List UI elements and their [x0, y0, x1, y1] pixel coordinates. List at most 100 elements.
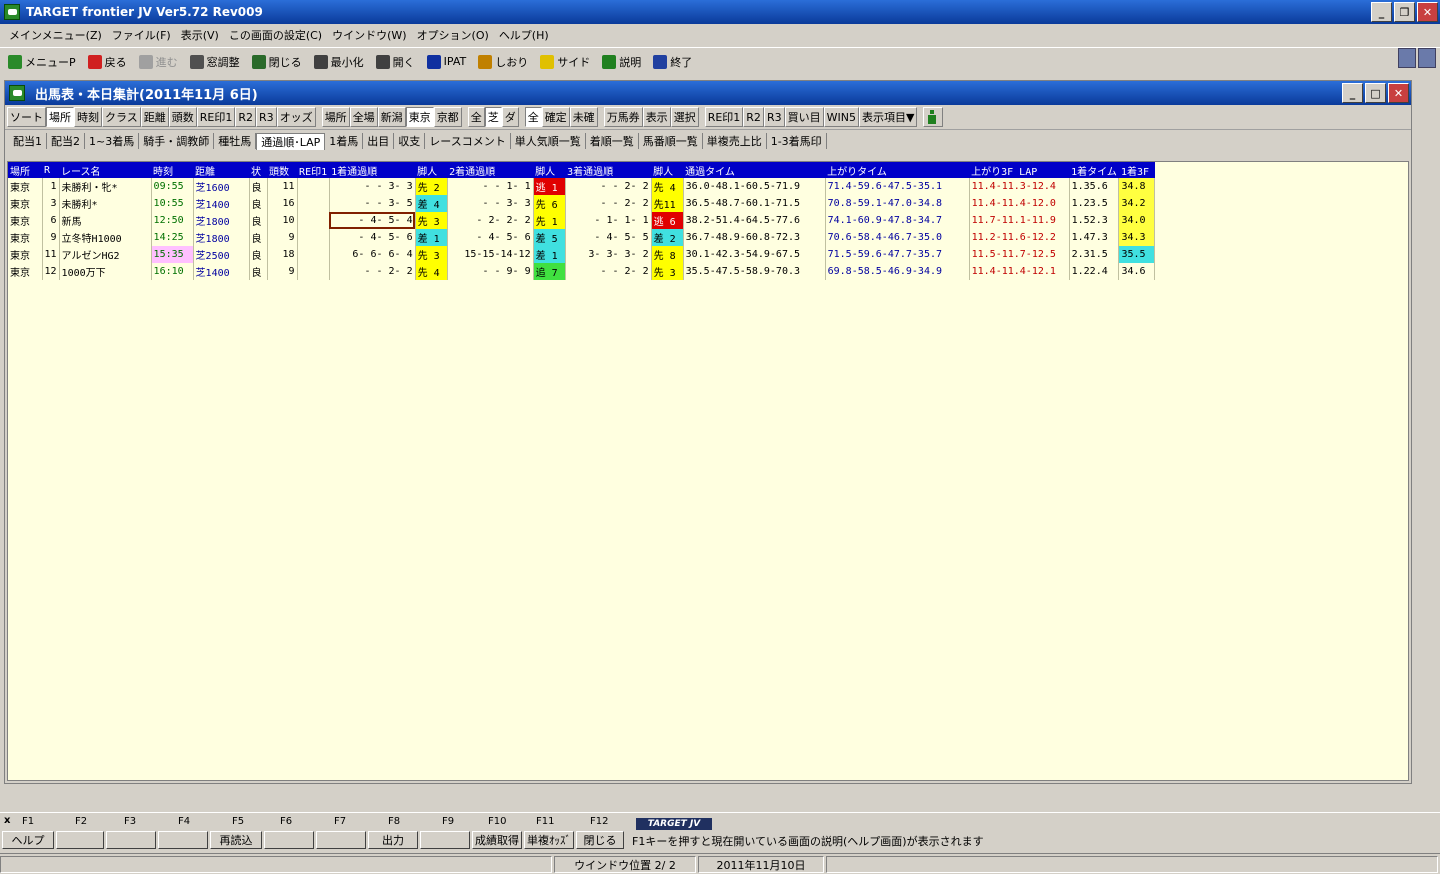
filter-button-25[interactable]: 万馬券 — [603, 107, 643, 127]
filter-button-21[interactable]: 全 — [524, 107, 542, 127]
menu-item-6[interactable]: ヘルプ(H) — [494, 27, 554, 43]
filter-button-22[interactable]: 確定 — [541, 107, 570, 127]
fkey-button-2[interactable] — [56, 831, 104, 849]
toolbar-button-3[interactable]: 窓調整 — [189, 54, 240, 70]
tab-10[interactable]: 単人気順一覧 — [511, 133, 586, 149]
filter-button-26[interactable]: 表示 — [642, 107, 671, 127]
toolbar-button-6[interactable]: 開く — [375, 54, 415, 70]
filter-button-9[interactable]: オッズ — [276, 107, 316, 127]
tab-8[interactable]: 収支 — [394, 133, 426, 149]
restore-icon[interactable]: ❐ — [1394, 2, 1415, 22]
column-header[interactable]: 脚人 — [651, 162, 684, 178]
menu-item-5[interactable]: オプション(O) — [412, 27, 494, 43]
filter-button-31[interactable]: R3 — [763, 107, 785, 127]
filter-button-13[interactable]: 新潟 — [377, 107, 406, 127]
filter-button-6[interactable]: RE印1 — [196, 107, 236, 127]
close-icon[interactable]: ✕ — [1417, 2, 1438, 22]
filter-button-12[interactable]: 全場 — [349, 107, 378, 127]
tab-6[interactable]: 1着馬 — [325, 133, 364, 149]
filter-button-4[interactable]: 距離 — [140, 107, 169, 127]
fkey-button-6[interactable] — [264, 831, 314, 849]
toolbar-button-2[interactable]: 進む — [138, 54, 178, 70]
menu-item-1[interactable]: ファイル(F) — [107, 27, 176, 43]
column-header[interactable]: 通過タイム — [683, 162, 826, 178]
column-header[interactable]: 1着タイム — [1069, 162, 1119, 178]
fkey-button-7[interactable] — [316, 831, 366, 849]
fkey-button-4[interactable] — [158, 831, 208, 849]
tab-12[interactable]: 馬番順一覧 — [639, 133, 703, 149]
table-row[interactable]: 東京 6 新馬 12:50 芝1800 良 10 - 4- 5- 4先 3- 2- 2- 2先… — [8, 212, 1156, 229]
column-header[interactable]: 場所 — [8, 162, 42, 178]
column-header[interactable]: RE印1 — [297, 162, 330, 178]
filter-button-8[interactable]: R3 — [256, 107, 277, 127]
child-maximize-icon[interactable]: □ — [1365, 83, 1386, 103]
toolbar-button-9[interactable]: サイド — [540, 54, 590, 70]
filter-button-11[interactable]: 場所 — [321, 107, 350, 127]
column-header[interactable]: 脚人 — [415, 162, 448, 178]
tab-5[interactable]: 通過順･LAP — [256, 132, 326, 150]
filter-button-19[interactable]: ダ — [501, 107, 519, 127]
fkey-button-5[interactable]: 再読込 — [210, 831, 262, 849]
table-row[interactable]: 東京 12 1000万下 16:10 芝1400 良 9- - 2- 2先 4- - 9- … — [8, 263, 1156, 280]
column-header[interactable]: 3着通過順 — [565, 162, 652, 178]
child-close-icon[interactable]: ✕ — [1388, 83, 1409, 103]
tab-13[interactable]: 単複売上比 — [703, 133, 767, 149]
fkey-close-mark[interactable]: x — [4, 815, 10, 826]
toolbar-button-5[interactable]: 最小化 — [313, 54, 364, 70]
tab-11[interactable]: 着順一覧 — [586, 133, 639, 149]
fkey-button-12[interactable]: 閉じる — [576, 831, 624, 849]
tab-14[interactable]: 1-3着馬印 — [767, 133, 827, 149]
fkey-button-1[interactable]: ヘルプ — [2, 831, 54, 849]
filter-button-29[interactable]: RE印1 — [704, 107, 744, 127]
column-header[interactable]: 頭数 — [267, 162, 298, 178]
person-icon[interactable] — [923, 107, 944, 127]
tab-1[interactable]: 配当2 — [47, 133, 85, 149]
filter-button-18[interactable]: 芝 — [484, 107, 502, 127]
filter-button-30[interactable]: R2 — [743, 107, 764, 127]
table-row[interactable]: 東京 9 立冬特H1000 14:25 芝1800 良 9- 4- 5- 6差 1- 4- … — [8, 229, 1156, 246]
toolbar-button-11[interactable]: 終了 — [653, 54, 692, 70]
column-header[interactable]: 状 — [249, 162, 268, 178]
minimize-icon[interactable]: _ — [1371, 2, 1392, 22]
tab-0[interactable]: 配当1 — [9, 133, 47, 149]
toolbar-button-8[interactable]: しおり — [478, 54, 528, 70]
fkey-button-10[interactable]: 成績取得 — [472, 831, 522, 849]
menu-item-0[interactable]: メインメニュー(Z) — [4, 27, 107, 43]
filter-button-23[interactable]: 未確 — [569, 107, 598, 127]
toolbar-menu-icon[interactable] — [1418, 48, 1436, 68]
fkey-button-11[interactable]: 単複ｵｯｽﾞ — [524, 831, 574, 849]
filter-button-3[interactable]: クラス — [102, 107, 141, 127]
column-header[interactable]: レース名 — [59, 162, 152, 178]
filter-button-27[interactable]: 選択 — [670, 107, 699, 127]
child-minimize-icon[interactable]: _ — [1342, 83, 1363, 103]
filter-button-14[interactable]: 東京 — [405, 107, 434, 127]
menu-item-4[interactable]: ウインドウ(W) — [327, 27, 411, 43]
column-header[interactable]: 上がり3F LAP — [969, 162, 1070, 178]
filter-button-7[interactable]: R2 — [235, 107, 257, 127]
filter-button-5[interactable]: 頭数 — [168, 107, 197, 127]
toolbar-button-7[interactable]: IPAT — [426, 54, 466, 69]
toolbar-button-1[interactable]: 戻る — [87, 54, 127, 70]
tab-2[interactable]: 1~3着馬 — [85, 133, 140, 149]
toolbar-button-4[interactable]: 閉じる — [251, 54, 302, 70]
filter-button-33[interactable]: WIN5 — [823, 107, 859, 127]
column-header[interactable]: R — [42, 162, 60, 178]
table-row[interactable]: 東京 3 未勝利* 10:55 芝1400 良 16- - 3- 5差 4- - 3- 3先… — [8, 195, 1156, 212]
table-row[interactable]: 東京 1 未勝利・牝* 09:55 芝1600 良 11 - - 3- 3先 2- - 1- … — [8, 178, 1156, 195]
column-header[interactable]: 脚人 — [533, 162, 566, 178]
filter-button-32[interactable]: 買い目 — [784, 107, 824, 127]
menu-item-2[interactable]: 表示(V) — [176, 27, 224, 43]
filter-button-0[interactable]: ソート — [7, 107, 46, 127]
tab-7[interactable]: 出目 — [363, 133, 395, 149]
column-header[interactable]: 上がりタイム — [825, 162, 970, 178]
column-header[interactable]: 1着通過順 — [329, 162, 416, 178]
filter-button-15[interactable]: 京都 — [433, 107, 462, 127]
filter-button-1[interactable]: 場所 — [46, 107, 74, 127]
fkey-button-8[interactable]: 出力 — [368, 831, 418, 849]
tab-9[interactable]: レースコメント — [425, 133, 511, 149]
toolbar-button-0[interactable]: メニューP — [8, 54, 76, 70]
data-grid[interactable]: 場所 R レース名 時刻 距離状頭数 RE印1 1着通過順 脚人 2着通過順 脚人 3着通過順 脚人通… — [7, 161, 1409, 850]
filter-button-34[interactable]: 表示項目▼ — [858, 107, 918, 127]
folder-icon[interactable] — [1398, 48, 1416, 68]
column-header[interactable]: 距離 — [193, 162, 250, 178]
